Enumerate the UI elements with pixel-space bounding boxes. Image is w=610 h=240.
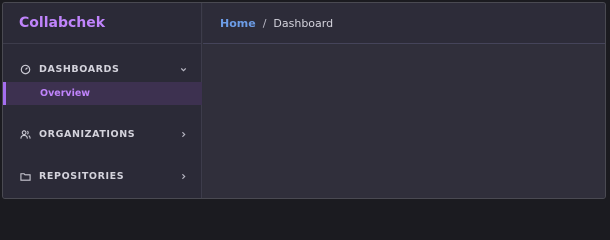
folder-icon: [19, 170, 31, 182]
sidebar-section-repositories[interactable]: REPOSITORIES: [3, 158, 202, 194]
sidebar-section-label: ORGANIZATIONS: [39, 128, 136, 140]
breadcrumb-separator: /: [262, 16, 267, 30]
chevron-right-icon: [178, 129, 188, 139]
app-window: Collabchek DASHBOARDS Overview ORGANIZAT…: [2, 2, 606, 199]
breadcrumb-home-link[interactable]: Home: [220, 17, 256, 30]
sidebar: Collabchek DASHBOARDS Overview ORGANIZAT…: [3, 3, 202, 198]
brand-header: Collabchek: [3, 3, 201, 44]
sidebar-item-overview[interactable]: Overview: [3, 82, 202, 105]
gauge-icon: [19, 63, 31, 75]
chevron-right-icon: [178, 171, 188, 181]
sidebar-item-label: Overview: [40, 88, 91, 99]
brand-logo[interactable]: Collabchek: [19, 15, 105, 31]
sidebar-section-organizations[interactable]: ORGANIZATIONS: [3, 116, 202, 152]
sidebar-section-label: REPOSITORIES: [39, 170, 125, 182]
main-content: [203, 45, 605, 198]
users-icon: [19, 128, 31, 140]
breadcrumb-current: Dashboard: [273, 16, 334, 30]
chevron-down-icon: [178, 64, 188, 74]
breadcrumb: Home / Dashboard: [203, 3, 605, 44]
sidebar-section-label: DASHBOARDS: [39, 63, 120, 75]
